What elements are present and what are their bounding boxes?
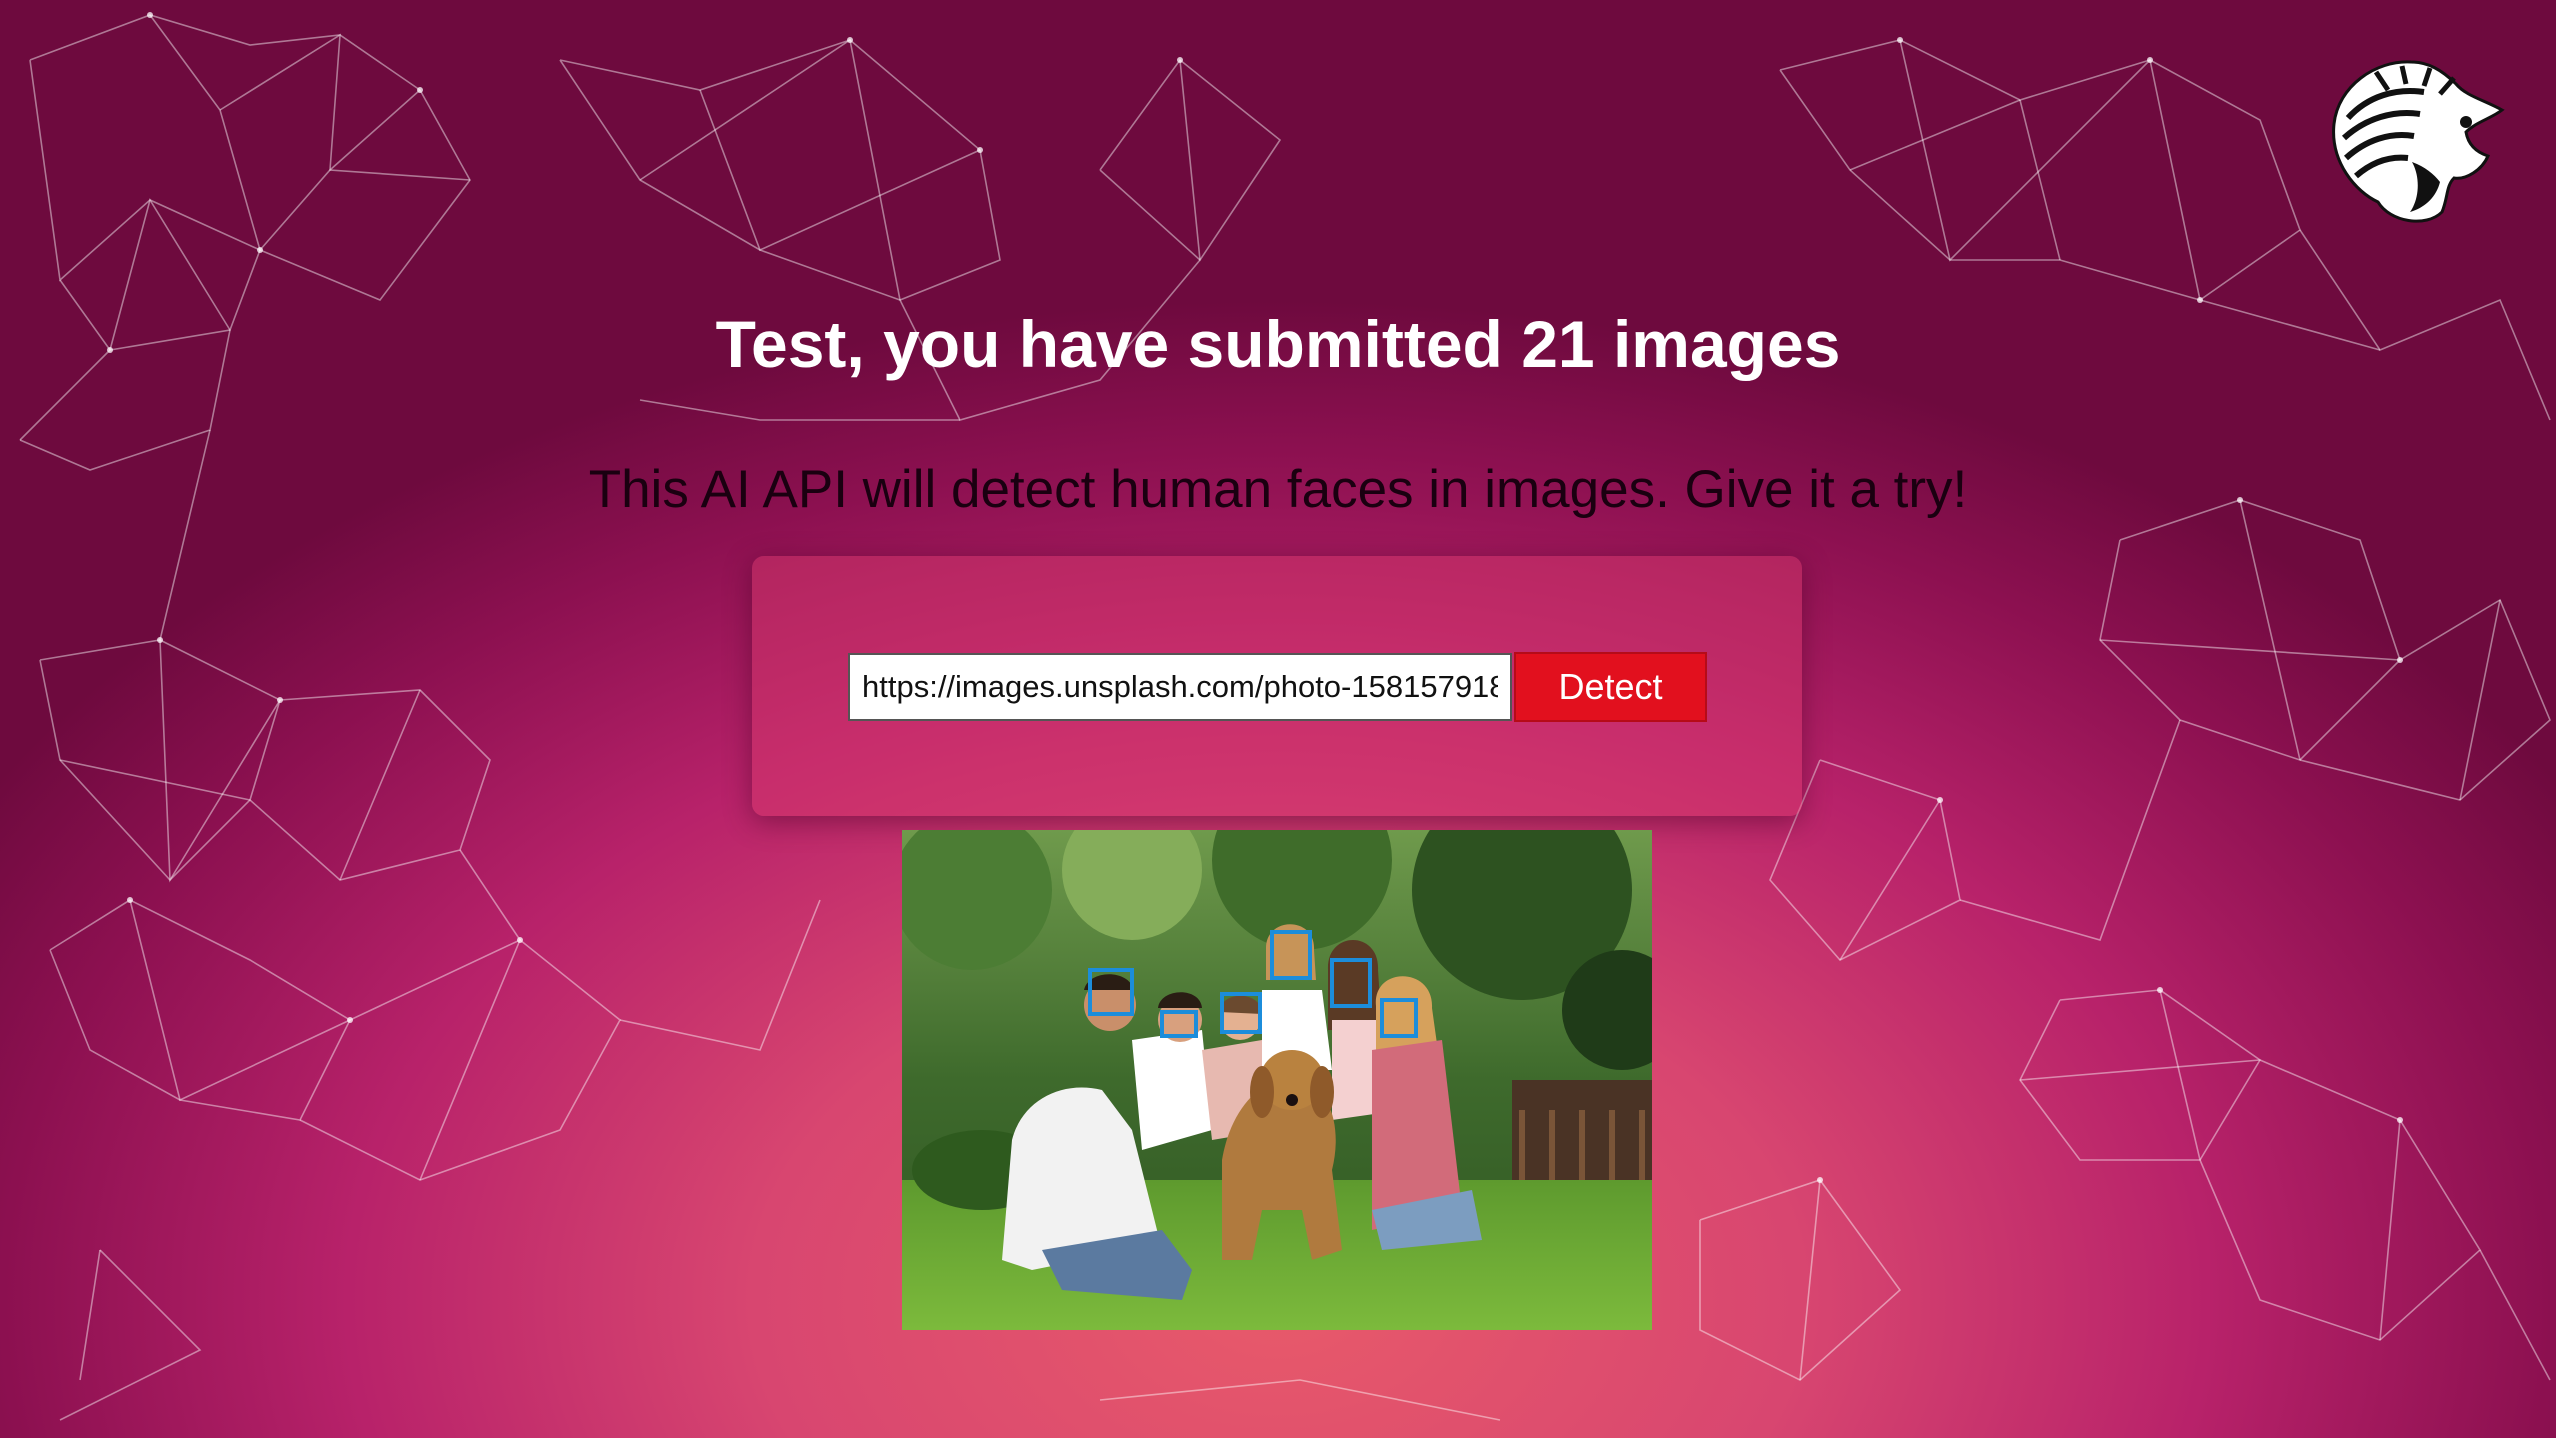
family-photo xyxy=(902,830,1652,1330)
result-image xyxy=(902,830,1652,1330)
page-subtitle: This AI API will detect human faces in i… xyxy=(588,460,1968,519)
image-url-input[interactable] xyxy=(848,653,1512,721)
detect-button[interactable]: Detect xyxy=(1514,652,1707,722)
face-box xyxy=(1330,958,1372,1008)
face-box xyxy=(1088,968,1134,1016)
face-box xyxy=(1220,992,1262,1034)
face-box xyxy=(1160,1010,1198,1038)
page-title: Test, you have submitted 21 images xyxy=(715,307,1841,381)
eagle-head-logo xyxy=(2316,52,2506,232)
face-box xyxy=(1380,998,1418,1038)
face-box xyxy=(1270,930,1312,980)
